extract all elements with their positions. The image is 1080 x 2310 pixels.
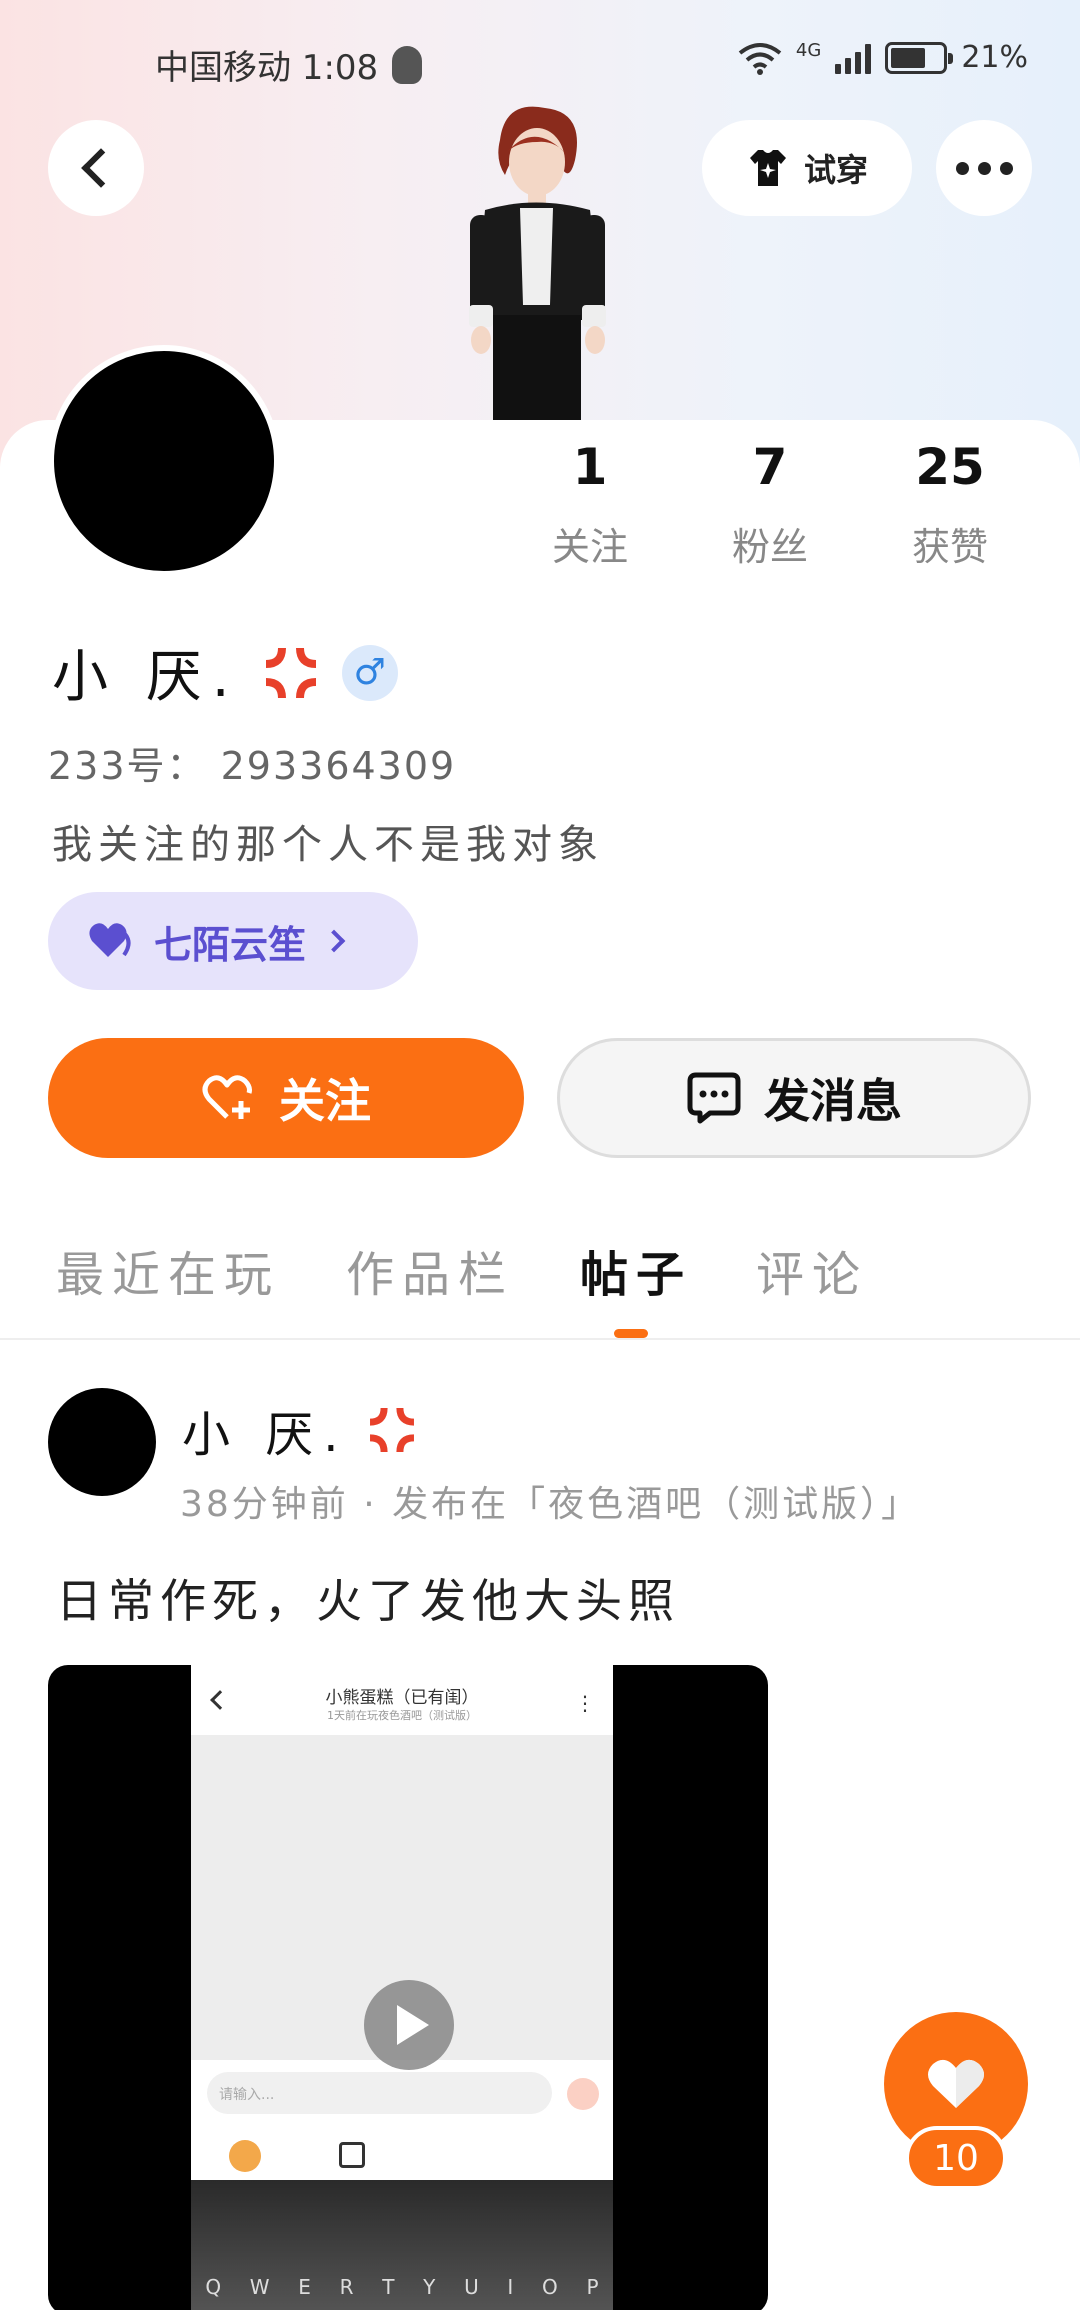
club-tag[interactable]: 七陌云笙 (48, 892, 418, 990)
key: Y (423, 2275, 436, 2299)
profile-avatar[interactable] (48, 345, 280, 577)
chat-bubble-icon (687, 1072, 741, 1124)
post-author-name: 小 厌. (182, 1407, 349, 1463)
tab-posts[interactable]: 帖子 (580, 1235, 692, 1305)
keyboard-row: Q W E R T Y U I O P (191, 2275, 613, 2299)
follow-button[interactable]: 关注 (48, 1038, 524, 1158)
thumbnail-input-area: 请输入... (191, 2060, 613, 2190)
try-on-button[interactable]: 试穿 (702, 120, 912, 216)
key: W (249, 2275, 270, 2299)
anger-emoji-icon (369, 1407, 414, 1453)
stat-fans[interactable]: 7 粉丝 (680, 438, 860, 571)
heart-icon (89, 923, 131, 957)
thumbnail-send-icon (567, 2078, 599, 2110)
post-author[interactable]: 小 厌. (182, 1395, 421, 1465)
more-button[interactable] (936, 120, 1032, 216)
stat-following-value: 1 (572, 438, 608, 496)
message-button[interactable]: 发消息 (557, 1038, 1031, 1158)
signal-icon (835, 42, 872, 74)
post-meta[interactable]: 38分钟前 · 发布在「夜色酒吧（测试版）」 (180, 1475, 920, 1527)
stat-following[interactable]: 1 关注 (500, 438, 680, 571)
thumbnail-header: 小熊蛋糕（已有闺） 1天前在玩夜色酒吧（测试版） ⋮ (191, 1665, 613, 1735)
key: R (339, 2275, 354, 2299)
tab-works[interactable]: 作品栏 (346, 1235, 514, 1305)
user-id[interactable]: 233号： 293364309 (48, 735, 456, 790)
play-icon (397, 2005, 429, 2045)
club-tag-label: 七陌云笙 (154, 922, 307, 967)
heart-icon (928, 2059, 984, 2108)
more-icon (955, 161, 1013, 175)
qq-icon (392, 45, 423, 84)
video-thumbnail: 小熊蛋糕（已有闺） 1天前在玩夜色酒吧（测试版） ⋮ 请输入... Q W E … (191, 1665, 613, 2310)
battery-percent: 21% (961, 40, 1028, 75)
try-on-label: 试穿 (803, 151, 868, 189)
stat-likes-value: 25 (915, 438, 985, 496)
bio: 我关注的那个人不是我对象 (52, 822, 604, 868)
battery-icon (885, 41, 954, 74)
thumbnail-emoji-icon (229, 2140, 261, 2172)
wifi-icon (738, 42, 782, 75)
play-button[interactable] (364, 1980, 454, 2070)
profile-tabs: 最近在玩 作品栏 帖子 评论 (0, 1235, 1080, 1340)
network-type: 4G (795, 40, 822, 61)
key: Q (205, 2275, 222, 2299)
thumbnail-keyboard: Q W E R T Y U I O P (191, 2180, 613, 2310)
stat-likes-label: 获赞 (911, 525, 988, 569)
status-right: 4G 21% (738, 40, 1028, 75)
stat-fans-value: 7 (752, 438, 788, 496)
stat-following-label: 关注 (551, 525, 628, 569)
key: O (542, 2275, 558, 2299)
like-count: 10 (905, 2126, 1007, 2190)
key: U (464, 2275, 479, 2299)
profile-stats: 1 关注 7 粉丝 25 获赞 (500, 438, 1040, 571)
post-video[interactable]: 小熊蛋糕（已有闺） 1天前在玩夜色酒吧（测试版） ⋮ 请输入... Q W E … (48, 1665, 768, 2310)
chevron-left-icon (81, 148, 121, 188)
tab-indicator (614, 1329, 648, 1338)
stat-fans-label: 粉丝 (731, 525, 808, 569)
status-left: 中国移动 1:08 (155, 40, 423, 89)
male-gender-icon: ♂ (341, 644, 398, 701)
shirt-icon (749, 150, 786, 186)
back-button[interactable] (48, 120, 144, 216)
tab-recently-played[interactable]: 最近在玩 (56, 1235, 280, 1305)
follow-label: 关注 (279, 1074, 371, 1128)
thumbnail-image-icon (339, 2142, 365, 2168)
nickname: 小 厌. (52, 645, 240, 710)
message-label: 发消息 (764, 1074, 902, 1128)
character-avatar (469, 106, 606, 420)
thumbnail-menu-icon: ⋮ (575, 1691, 595, 1715)
post-author-avatar[interactable] (48, 1388, 156, 1496)
stat-likes[interactable]: 25 获赞 (860, 438, 1040, 571)
thumbnail-subtitle: 1天前在玩夜色酒吧（测试版） (327, 1709, 477, 1722)
thumbnail-input: 请输入... (207, 2072, 552, 2114)
key: E (298, 2275, 311, 2299)
key: T (382, 2275, 395, 2299)
thumbnail-title: 小熊蛋糕（已有闺） (325, 1688, 479, 1708)
anger-emoji-icon (265, 647, 316, 698)
tab-comments[interactable]: 评论 (756, 1235, 868, 1305)
key: I (507, 2275, 514, 2299)
nickname-row: 小 厌. ♂ (52, 632, 398, 713)
carrier-time: 中国移动 1:08 (155, 48, 379, 88)
heart-plus-icon (202, 1075, 252, 1119)
chevron-right-icon (322, 929, 346, 953)
post-text[interactable]: 日常作死，火了发他大头照 (56, 1565, 680, 1631)
key: P (586, 2275, 599, 2299)
